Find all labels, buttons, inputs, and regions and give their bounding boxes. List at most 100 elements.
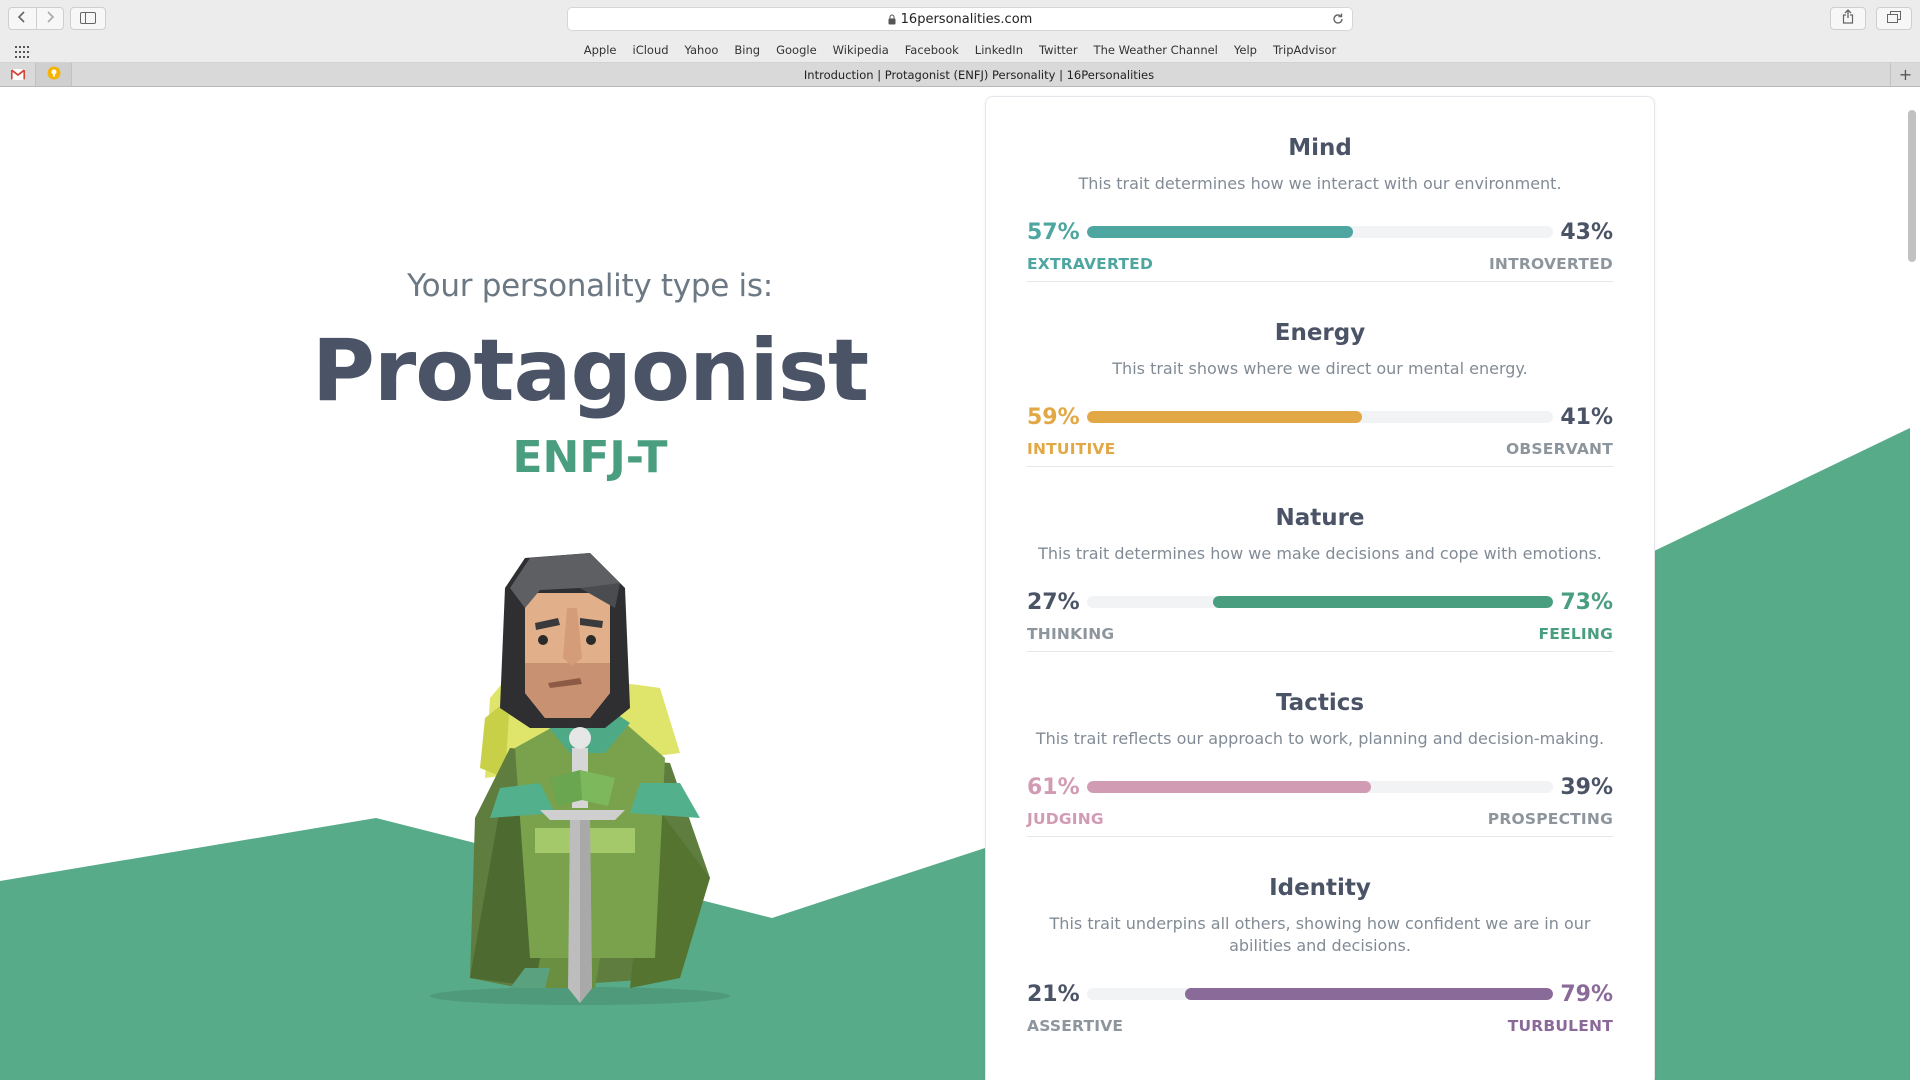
trait-progress-track <box>1087 226 1553 238</box>
favorites-list: Apple iCloud Yahoo Bing Google Wikipedia… <box>0 37 1920 63</box>
favorite-wikipedia[interactable]: Wikipedia <box>825 43 897 57</box>
trait-left-label: ASSERTIVE <box>1027 1017 1124 1035</box>
trait-name: Identity <box>1269 875 1371 901</box>
trait-bar-row: 57% 43% <box>1027 217 1613 247</box>
trait-description: This trait determines how we make decisi… <box>1038 544 1602 563</box>
favorite-facebook[interactable]: Facebook <box>897 43 967 57</box>
trait-labels: EXTRAVERTED INTROVERTED <box>1027 255 1613 273</box>
favorite-twitter[interactable]: Twitter <box>1031 43 1086 57</box>
reload-icon[interactable] <box>1331 12 1345 30</box>
favorite-tripadvisor[interactable]: TripAdvisor <box>1265 43 1344 57</box>
favorite-icloud[interactable]: iCloud <box>625 43 677 57</box>
trait-right-label: INTROVERTED <box>1488 255 1613 273</box>
trait-right-label: FEELING <box>1538 625 1613 643</box>
personality-type-name: Protagonist <box>311 321 869 421</box>
trait-left-label: EXTRAVERTED <box>1027 255 1154 273</box>
trait-nature: Nature This trait determines how we make… <box>1027 467 1613 652</box>
trait-progress-fill <box>1087 781 1372 793</box>
trait-labels: ASSERTIVE TURBULENT <box>1027 1017 1613 1035</box>
trait-labels: INTUITIVE OBSERVANT <box>1027 440 1613 458</box>
trait-right-percent: 43% <box>1560 219 1613 245</box>
trait-progress-fill <box>1212 596 1553 608</box>
sidebar-toggle-button[interactable] <box>70 7 106 30</box>
trait-right-percent: 39% <box>1560 774 1613 800</box>
result-intro-text: Your personality type is: <box>407 268 773 304</box>
trait-left-label: THINKING <box>1027 625 1115 643</box>
active-tab[interactable]: Introduction | Protagonist (ENFJ) Person… <box>72 63 1886 86</box>
favorite-google[interactable]: Google <box>768 43 825 57</box>
share-icon <box>1842 9 1854 28</box>
personality-result-hero: Your personality type is: Protagonist EN… <box>290 268 890 483</box>
favorite-linkedin[interactable]: LinkedIn <box>967 43 1031 57</box>
address-bar[interactable]: 16personalities.com <box>567 7 1353 31</box>
trait-name: Tactics <box>1275 690 1365 716</box>
trait-progress-fill <box>1184 988 1553 1000</box>
trait-right-percent: 79% <box>1560 981 1613 1007</box>
trait-progress-track <box>1087 988 1553 1000</box>
trait-name: Energy <box>1274 320 1366 346</box>
trait-energy: Energy This trait shows where we direct … <box>1027 282 1613 467</box>
trait-left-label: INTUITIVE <box>1027 440 1116 458</box>
trait-left-percent: 21% <box>1027 981 1080 1007</box>
new-tab-button[interactable]: + <box>1890 63 1920 86</box>
plus-icon: + <box>1898 65 1913 84</box>
trait-description: This trait shows where we direct our men… <box>1112 359 1528 378</box>
trait-right-label: PROSPECTING <box>1487 810 1613 828</box>
lock-icon <box>888 14 896 25</box>
url-text: 16personalities.com <box>900 11 1033 27</box>
browser-toolbar: 16personalities.com <box>0 0 1920 37</box>
trait-left-percent: 61% <box>1027 774 1080 800</box>
back-button[interactable] <box>9 8 36 29</box>
trait-tactics: Tactics This trait reflects our approach… <box>1027 652 1613 837</box>
favorite-yelp[interactable]: Yelp <box>1226 43 1265 57</box>
trait-name: Nature <box>1275 505 1365 531</box>
trait-identity: Identity This trait underpins all others… <box>1027 837 1613 1035</box>
trait-labels: JUDGING PROSPECTING <box>1027 810 1613 828</box>
trait-progress-fill <box>1087 226 1353 238</box>
pinned-tab-gmail[interactable] <box>0 63 36 86</box>
trait-description: This trait reflects our approach to work… <box>1035 729 1605 748</box>
favorite-yahoo[interactable]: Yahoo <box>677 43 727 57</box>
forward-button[interactable] <box>35 8 64 29</box>
favorite-bing[interactable]: Bing <box>726 43 768 57</box>
trait-progress-track <box>1087 596 1553 608</box>
trait-right-label: OBSERVANT <box>1506 440 1613 458</box>
trait-name: Mind <box>1288 135 1352 161</box>
chevron-right-icon <box>45 9 55 28</box>
pinned-tab-bulb[interactable] <box>36 63 72 86</box>
show-tabs-button[interactable] <box>1876 7 1912 30</box>
trait-left-percent: 59% <box>1027 404 1080 430</box>
trait-description: This trait underpins all others, showing… <box>1049 914 1591 955</box>
gmail-icon <box>10 65 25 84</box>
trait-right-percent: 73% <box>1560 589 1613 615</box>
page-scrollbar[interactable] <box>1908 110 1916 262</box>
personality-traits-card: Mind This trait determines how we intera… <box>985 96 1655 1080</box>
lightbulb-icon <box>47 65 61 84</box>
trait-bar-row: 27% 73% <box>1027 587 1613 617</box>
trait-description: This trait determines how we interact wi… <box>1078 174 1562 193</box>
trait-bar-row: 61% 39% <box>1027 772 1613 802</box>
favorites-bar: Apple iCloud Yahoo Bing Google Wikipedia… <box>0 37 1920 63</box>
chevron-left-icon <box>17 9 27 28</box>
trait-progress-track <box>1087 781 1553 793</box>
trait-bar-row: 59% 41% <box>1027 402 1613 432</box>
sidebar-icon <box>80 9 96 28</box>
trait-progress-fill <box>1087 411 1362 423</box>
trait-left-percent: 27% <box>1027 589 1080 615</box>
trait-progress-track <box>1087 411 1553 423</box>
personality-type-code: ENFJ-T <box>512 432 668 483</box>
tab-title-text: Introduction | Protagonist (ENFJ) Person… <box>803 67 1155 82</box>
trait-left-label: JUDGING <box>1027 810 1104 828</box>
tab-bar: Introduction | Protagonist (ENFJ) Person… <box>0 63 1920 87</box>
protagonist-character-illustration <box>430 553 730 1005</box>
trait-bar-row: 21% 79% <box>1027 979 1613 1009</box>
share-button[interactable] <box>1830 7 1866 30</box>
trait-labels: THINKING FEELING <box>1027 625 1613 643</box>
trait-right-label: TURBULENT <box>1507 1017 1613 1035</box>
favorite-apple[interactable]: Apple <box>576 43 625 57</box>
navigation-buttons <box>8 7 64 30</box>
favorite-weather-channel[interactable]: The Weather Channel <box>1086 43 1226 57</box>
trait-right-percent: 41% <box>1560 404 1613 430</box>
tabs-overview-icon <box>1887 9 1901 28</box>
trait-mind: Mind This trait determines how we intera… <box>1027 97 1613 282</box>
